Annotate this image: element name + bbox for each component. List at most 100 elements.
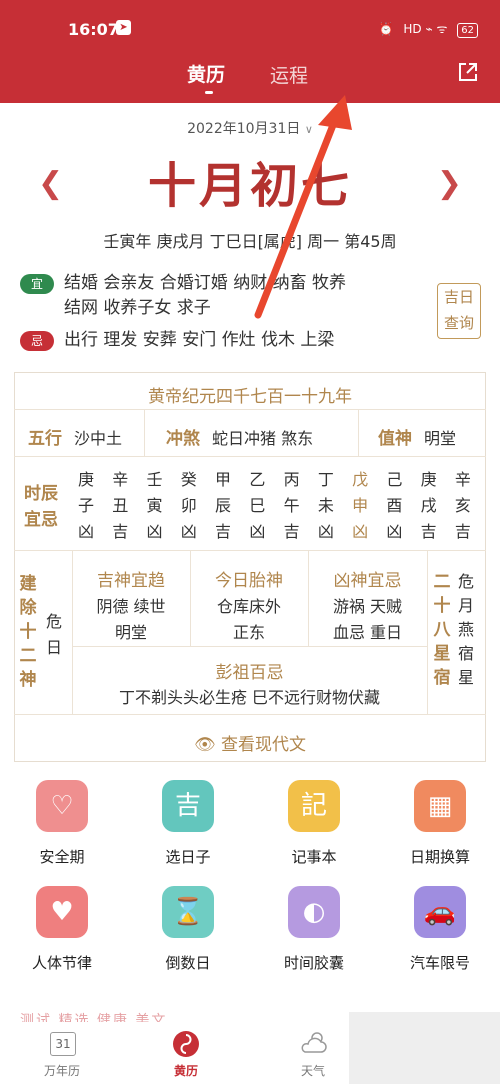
- hour-column: 辛亥吉: [449, 467, 477, 547]
- hour-luck: 凶: [317, 522, 334, 541]
- hour-stem: 乙: [249, 470, 266, 489]
- divider: [14, 409, 486, 410]
- zhishen-label: 值神: [378, 429, 412, 449]
- hour-stem: 辛: [454, 470, 471, 489]
- hour-luck: 凶: [386, 522, 403, 541]
- hour-stem: 庚: [420, 470, 437, 489]
- nav-wannianli[interactable]: 万年历: [32, 1062, 92, 1079]
- taishen-line-2: 正东: [232, 623, 265, 642]
- tool-icon[interactable]: ♡: [36, 780, 88, 832]
- tool-icon[interactable]: ♥: [36, 886, 88, 938]
- tool-label[interactable]: 日期换算: [390, 846, 490, 867]
- jianchu-value-char: 危: [45, 612, 62, 631]
- tab-huangli[interactable]: 黄历: [187, 60, 225, 87]
- tool-icon[interactable]: 記: [288, 780, 340, 832]
- shichen-label-2: 宜忌: [24, 510, 58, 530]
- hour-branch: 酉: [386, 496, 403, 515]
- watermark-area: [349, 1012, 500, 1084]
- hour-branch: 未: [317, 496, 334, 515]
- tool-label[interactable]: 时间胶囊: [264, 952, 364, 973]
- prev-day-arrow-icon[interactable]: ❮: [38, 166, 63, 201]
- jianchu-label: 建除十二神: [18, 572, 38, 692]
- tool-label[interactable]: 倒数日: [138, 952, 238, 973]
- divider: [14, 714, 486, 715]
- tool-icon[interactable]: 吉: [162, 780, 214, 832]
- hour-branch: 寅: [146, 496, 163, 515]
- pengzu-label: 彭祖百忌: [215, 663, 284, 683]
- hour-stem: 庚: [77, 470, 94, 489]
- tab-active-indicator: [205, 91, 213, 94]
- jianchu-value-char: 日: [45, 638, 62, 657]
- hour-column: 甲辰吉: [209, 467, 237, 547]
- divider: [14, 456, 486, 457]
- hour-luck: 吉: [420, 522, 437, 541]
- jianchu-label-char: 二: [19, 646, 37, 666]
- divider: [427, 550, 428, 714]
- hour-column: 丙午吉: [278, 467, 306, 547]
- tools-grid: ♡ 安全期 吉选日子 記记事本 ▦ 日期换算 ♥ 人体节律 ⌛ 倒数日 ◐ 时间胶囊 🚗 汽车限号: [0, 780, 500, 990]
- hour-luck: 凶: [77, 522, 94, 541]
- xingsu-value-char: 星: [457, 668, 474, 687]
- jishen-line-2: 明堂: [114, 623, 147, 642]
- hour-stem: 戊: [352, 470, 369, 489]
- hour-branch: 申: [352, 496, 369, 515]
- hour-stem: 辛: [112, 470, 129, 489]
- share-icon[interactable]: [458, 62, 478, 82]
- hour-stem: 癸: [180, 470, 197, 489]
- hour-branch: 辰: [215, 496, 232, 515]
- hour-stem: 甲: [215, 470, 232, 489]
- divider: [72, 646, 428, 647]
- xingsu-label-char: 宿: [433, 668, 451, 688]
- wuxing-value: 沙中土: [74, 429, 123, 448]
- hour-luck: 凶: [249, 522, 266, 541]
- tool-icon[interactable]: ▦: [414, 780, 466, 832]
- hour-column: 丁未凶: [312, 467, 340, 547]
- category-strip: 测试 精选 健康 美文: [20, 1013, 168, 1022]
- signal-icon: HD ⌁ ᯤ: [403, 22, 448, 36]
- status-time: 16:07: [68, 20, 119, 39]
- hour-luck: 凶: [180, 522, 197, 541]
- nav-huangli[interactable]: 黄历: [156, 1062, 216, 1079]
- xingsu-label: 二十八星宿: [432, 570, 452, 690]
- calendar-icon: 31: [50, 1032, 76, 1056]
- chongsha-value: 蛇日冲猪 煞东: [212, 429, 314, 448]
- weather-icon: [301, 1032, 327, 1053]
- shichen-label-1: 时辰: [24, 484, 58, 504]
- hour-branch: 戌: [420, 496, 437, 515]
- jianchu-label-char: 除: [19, 598, 37, 618]
- top-header: [0, 0, 500, 103]
- tab-yuncheng[interactable]: 运程: [270, 61, 308, 88]
- hour-column: 辛丑吉: [106, 467, 134, 547]
- tool-label[interactable]: 选日子: [138, 846, 238, 867]
- xingsu-label-char: 十: [433, 596, 451, 616]
- xingsu-value-char: 月: [457, 596, 474, 615]
- tool-icon[interactable]: ◐: [288, 886, 340, 938]
- huangli-nav-icon: [173, 1031, 199, 1057]
- xiongshen-line-1: 游祸 天贼: [332, 597, 403, 616]
- hour-column: 癸卯凶: [175, 467, 203, 547]
- hour-stem: 丁: [317, 470, 334, 489]
- jiri-query-button[interactable]: 吉日 查询: [437, 283, 481, 339]
- tool-icon[interactable]: ⌛: [162, 886, 214, 938]
- jiri-label-2: 查询: [443, 314, 474, 332]
- divider: [358, 409, 359, 456]
- hour-column: 戊申凶: [346, 467, 374, 547]
- telegram-icon: ➤: [116, 20, 131, 35]
- view-modern-button[interactable]: 👁 查看现代文: [14, 730, 486, 755]
- hour-branch: 卯: [180, 496, 197, 515]
- tool-icon[interactable]: 🚗: [414, 886, 466, 938]
- zhishen-value: 明堂: [424, 429, 457, 448]
- jianchu-value: 危日: [44, 609, 64, 661]
- nav-tianqi[interactable]: 天气: [283, 1062, 343, 1079]
- xiongshen-label: 凶神宜忌: [333, 571, 402, 591]
- ji-activities: 出行 理发 安葬 安门 作灶 伐木 上梁: [64, 330, 335, 350]
- next-day-arrow-icon[interactable]: ❯: [437, 166, 462, 201]
- tool-label[interactable]: 人体节律: [12, 952, 112, 973]
- tool-label[interactable]: 记事本: [264, 846, 364, 867]
- tool-label[interactable]: 汽车限号: [390, 952, 490, 973]
- pengzu-value: 丁不剃头头必生疮 巳不远行财物伏藏: [118, 688, 381, 707]
- jiri-label-1: 吉日: [443, 288, 474, 306]
- hour-column: 庚戌吉: [415, 467, 443, 547]
- tool-label[interactable]: 安全期: [12, 846, 112, 867]
- wuxing-label: 五行: [28, 429, 62, 449]
